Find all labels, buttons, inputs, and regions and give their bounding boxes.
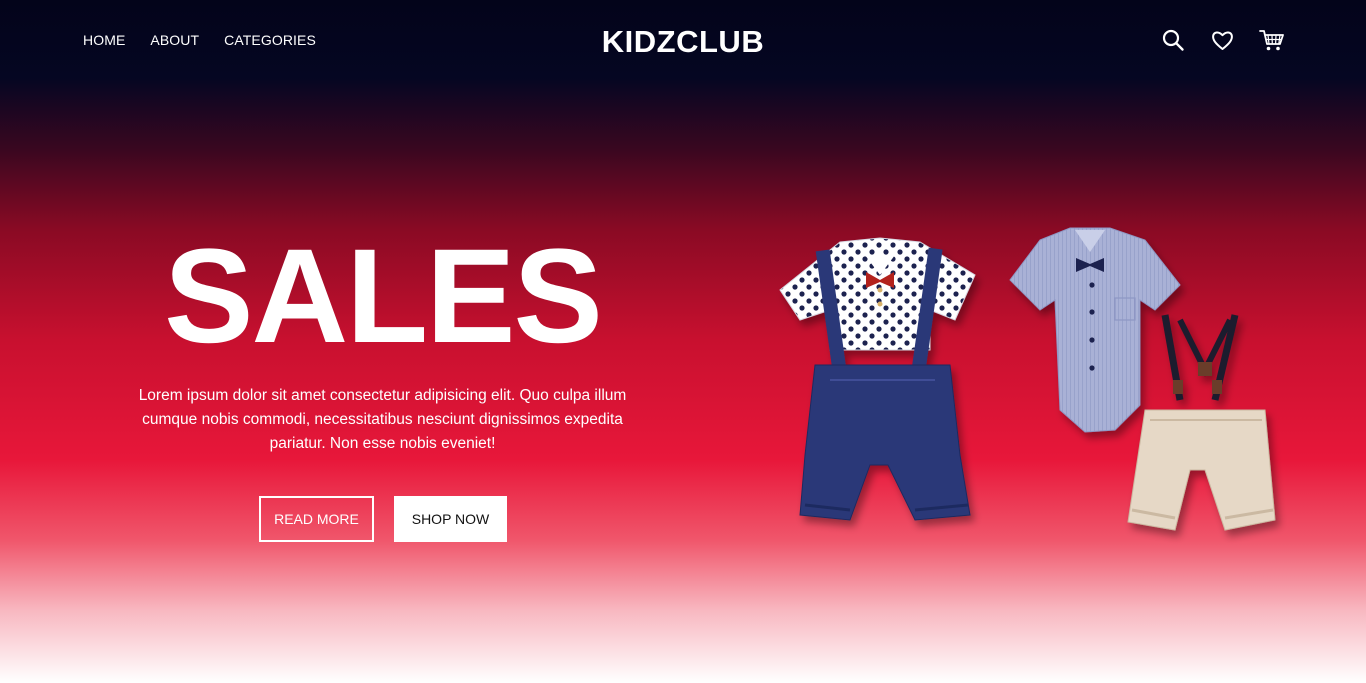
- hero-description: Lorem ipsum dolor sit amet consectetur a…: [138, 387, 627, 452]
- top-navigation: HOME ABOUT CATEGORIES KIDZCLUB: [0, 0, 1366, 82]
- striped-bodysuit: [1009, 227, 1181, 433]
- hero-title: SALES: [164, 222, 603, 371]
- beige-shorts-with-suspenders: [1127, 314, 1276, 531]
- hero-section: SALES Lorem ipsum dolor sit amet consect…: [130, 222, 635, 456]
- read-more-button[interactable]: READ MORE: [259, 496, 374, 542]
- search-icon[interactable]: [1160, 27, 1187, 54]
- cart-icon[interactable]: [1258, 27, 1285, 54]
- hero-buttons: READ MORE SHOP NOW: [259, 496, 507, 542]
- nav-icons: [1160, 27, 1285, 54]
- hero-product-image: [779, 227, 1276, 531]
- heart-icon[interactable]: [1209, 27, 1236, 54]
- polka-dot-overall-outfit: [779, 237, 976, 521]
- shop-now-button[interactable]: SHOP NOW: [394, 496, 507, 542]
